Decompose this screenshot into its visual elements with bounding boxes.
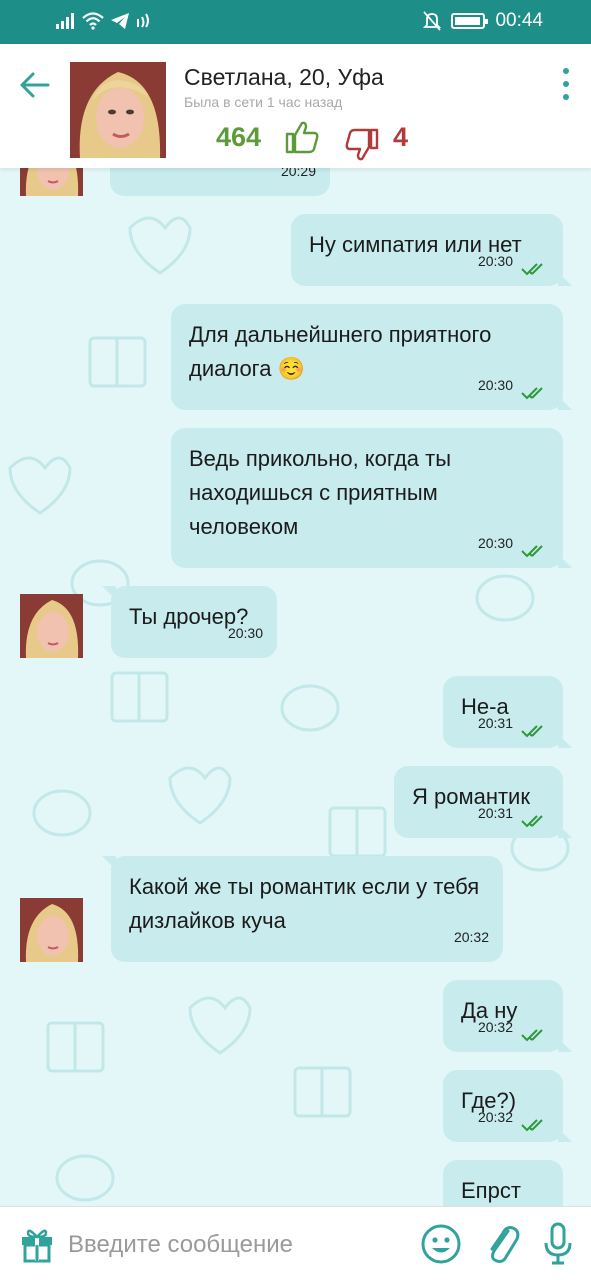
double-check-icon — [521, 815, 543, 828]
message-bubble[interactable]: Какой же ты романтик если у тебя дизлайк… — [102, 856, 503, 962]
message-time: 20:32 — [477, 1109, 513, 1125]
message-bubble[interactable]: Где?) 20:32 — [443, 1070, 572, 1142]
more-vertical-icon[interactable] — [558, 66, 574, 102]
message-time: 20:30 — [227, 625, 263, 641]
paperclip-icon[interactable] — [486, 1221, 520, 1265]
status-bar: 00:44 — [0, 0, 591, 44]
double-check-icon — [521, 1119, 543, 1132]
avatar[interactable] — [70, 62, 166, 158]
message-bubble[interactable]: Епрст — [443, 1160, 563, 1206]
message-bubble[interactable]: Да ну 20:32 — [443, 980, 572, 1052]
signal-icon — [56, 13, 74, 29]
message-input[interactable]: Введите сообщение — [68, 1231, 293, 1259]
message-bubble[interactable]: Ну симпатия или нет 20:30 — [291, 214, 572, 286]
message-bubble[interactable]: Я романтик 20:31 — [394, 766, 572, 838]
message-bubble[interactable]: Не-а 20:31 — [443, 676, 572, 748]
mute-icon — [423, 11, 442, 31]
avatar[interactable] — [20, 594, 83, 658]
telegram-icon — [111, 13, 129, 29]
likes-count: 464 — [216, 122, 262, 152]
message-bubble[interactable]: 20:29 — [110, 168, 330, 196]
avatar[interactable] — [20, 168, 83, 196]
double-check-icon — [521, 725, 543, 738]
double-check-icon — [521, 263, 543, 276]
message-time: 20:30 — [477, 535, 513, 551]
avatar[interactable] — [20, 898, 83, 962]
message-time: 20:31 — [477, 805, 513, 821]
last-seen: Была в сети 1 час назад — [184, 94, 343, 110]
message-composer: Введите сообщение — [0, 1206, 591, 1280]
microphone-icon[interactable] — [542, 1221, 574, 1267]
message-time: 20:32 — [477, 1019, 513, 1035]
double-check-icon — [521, 1029, 543, 1042]
double-check-icon — [521, 545, 543, 558]
message-text: Какой же ты романтик если у тебя дизлайк… — [129, 874, 480, 933]
arrow-left-icon[interactable] — [18, 68, 52, 102]
message-time: 20:30 — [477, 377, 513, 393]
dislikes-count: 4 — [393, 122, 409, 152]
message-text: Для дальнейшнего приятного диалога ☺️ — [189, 322, 492, 381]
smiley-icon[interactable] — [420, 1223, 462, 1265]
message-bubble[interactable]: Ты дрочер? 20:30 — [102, 586, 277, 658]
thumbs-down-icon[interactable] — [344, 128, 380, 162]
gift-icon[interactable] — [20, 1225, 54, 1263]
contact-name: Светлана, 20, Уфа — [184, 64, 384, 90]
message-time: 20:29 — [280, 168, 316, 179]
message-bubble[interactable]: Ведь прикольно, когда ты находишься с пр… — [171, 428, 572, 568]
status-time: 00:44 — [495, 10, 543, 31]
message-time: 20:32 — [453, 929, 489, 945]
message-text: Ведь прикольно, когда ты находишься с пр… — [189, 446, 452, 539]
nfc-icon — [137, 13, 149, 28]
chat-header: Светлана, 20, Уфа Была в сети 1 час наза… — [0, 44, 591, 168]
message-bubble[interactable]: Для дальнейшнего приятного диалога ☺️ 20… — [171, 304, 572, 410]
chat-area[interactable]: 20:29 Ну симпатия или нет 20:30 Для даль… — [0, 168, 591, 1206]
message-text: Епрст — [461, 1178, 521, 1203]
wifi-icon — [82, 12, 104, 30]
message-time: 20:31 — [477, 715, 513, 731]
double-check-icon — [521, 387, 543, 400]
battery-icon — [451, 13, 489, 29]
message-time: 20:30 — [477, 253, 513, 269]
thumbs-up-icon[interactable] — [284, 120, 320, 154]
